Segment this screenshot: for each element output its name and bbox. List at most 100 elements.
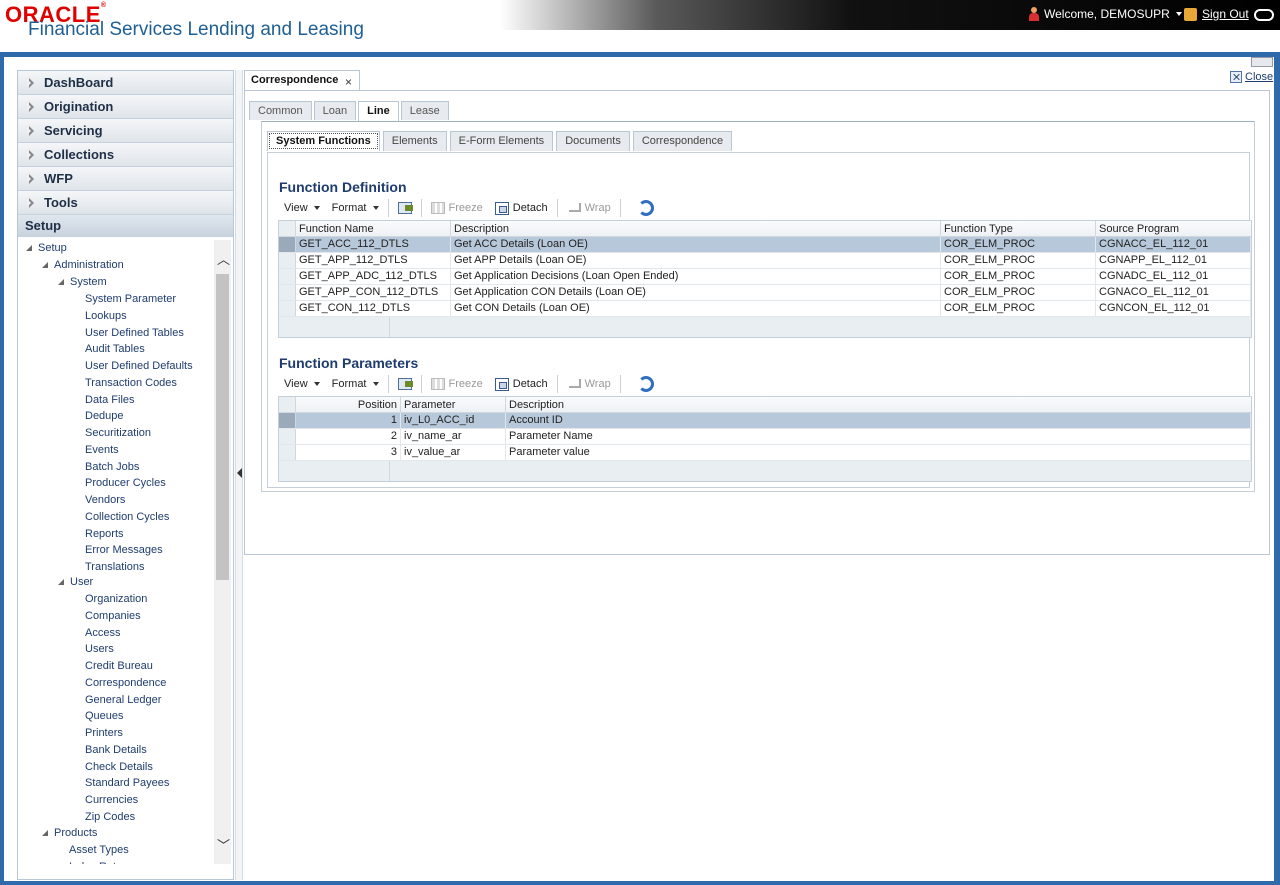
panel-splitter[interactable] bbox=[235, 70, 243, 880]
tab-system-functions[interactable]: System Functions bbox=[267, 131, 380, 151]
wrap-button[interactable]: Wrap bbox=[561, 198, 617, 218]
doc-tab-correspondence[interactable]: Correspondence × bbox=[244, 70, 360, 90]
row-selector[interactable] bbox=[279, 285, 296, 300]
table-row[interactable]: 2 iv_name_ar Parameter Name bbox=[279, 429, 1251, 445]
row-selector[interactable] bbox=[279, 413, 296, 428]
tree-item[interactable]: Collection Cycles bbox=[85, 511, 169, 523]
row-selector[interactable] bbox=[279, 237, 296, 252]
tree-item[interactable]: User Defined Defaults bbox=[85, 360, 193, 372]
tree-item[interactable]: Credit Bureau bbox=[85, 660, 153, 672]
table-row[interactable]: 3 iv_value_ar Parameter value bbox=[279, 445, 1251, 461]
tree-item[interactable]: Audit Tables bbox=[85, 343, 145, 355]
close-tab-icon[interactable]: × bbox=[345, 75, 352, 89]
tree-node-user[interactable]: User bbox=[58, 576, 93, 588]
detach-button[interactable]: Detach bbox=[489, 198, 554, 218]
tree-item[interactable]: Bank Details bbox=[85, 744, 147, 756]
format-menu[interactable]: Format bbox=[326, 198, 385, 218]
row-selector[interactable] bbox=[279, 429, 296, 444]
maximize-icon[interactable] bbox=[1251, 57, 1273, 67]
tree-item[interactable]: Organization bbox=[85, 593, 147, 605]
scroll-up-icon[interactable]: ︿ bbox=[217, 253, 230, 266]
tree-item[interactable]: System Parameter bbox=[85, 293, 176, 305]
tab-e-form-elements[interactable]: E-Form Elements bbox=[449, 131, 554, 151]
row-selector[interactable] bbox=[279, 445, 296, 460]
nav-setup[interactable]: Setup bbox=[18, 215, 233, 237]
tree-item[interactable]: Reports bbox=[85, 528, 124, 540]
tab-elements[interactable]: Elements bbox=[382, 131, 447, 151]
tree-item[interactable]: Dedupe bbox=[85, 410, 124, 422]
row-selector[interactable] bbox=[279, 253, 296, 268]
tree-item[interactable]: Correspondence bbox=[85, 677, 166, 689]
column-header[interactable]: Function Type bbox=[941, 221, 1096, 236]
tree-item[interactable]: Lookups bbox=[85, 310, 127, 322]
column-header[interactable]: Source Program bbox=[1096, 221, 1251, 236]
refresh-icon[interactable] bbox=[637, 376, 654, 392]
tree-item[interactable]: Queues bbox=[85, 710, 124, 722]
tree-item[interactable]: User Defined Tables bbox=[85, 327, 184, 339]
tab-lease[interactable]: Lease bbox=[400, 101, 449, 120]
scroll-thumb[interactable] bbox=[216, 274, 229, 580]
scroll-down-icon[interactable]: ﹀ bbox=[217, 839, 230, 852]
tree-node-system[interactable]: System bbox=[58, 276, 107, 288]
column-header[interactable]: Position bbox=[296, 397, 401, 412]
tree-item[interactable]: Companies bbox=[85, 610, 141, 622]
column-header[interactable]: Description bbox=[451, 221, 941, 236]
restore-icon[interactable] bbox=[1254, 9, 1274, 21]
export-button[interactable] bbox=[392, 374, 418, 394]
tree-node-products[interactable]: Products bbox=[42, 827, 97, 839]
nav-origination[interactable]: Origination bbox=[18, 95, 233, 119]
tree-item[interactable]: Batch Jobs bbox=[85, 461, 139, 473]
tree-item[interactable]: Translations bbox=[85, 561, 145, 573]
export-button[interactable] bbox=[392, 198, 418, 218]
tree-scrollbar[interactable]: ︿ ﹀ bbox=[214, 240, 231, 864]
refresh-icon[interactable] bbox=[637, 200, 654, 216]
table-row[interactable]: GET_APP_CON_112_DTLS Get Application CON … bbox=[279, 285, 1251, 301]
tree-item[interactable]: Vendors bbox=[85, 494, 125, 506]
table-row[interactable]: GET_APP_112_DTLS Get APP Details (Loan OE… bbox=[279, 253, 1251, 269]
tree-node-administration[interactable]: Administration bbox=[42, 259, 124, 271]
tab-line[interactable]: Line bbox=[358, 101, 399, 122]
nav-servicing[interactable]: Servicing bbox=[18, 119, 233, 143]
tree-item[interactable]: Standard Payees bbox=[85, 777, 169, 789]
tree-item[interactable]: Access bbox=[85, 627, 120, 639]
format-menu[interactable]: Format bbox=[326, 374, 385, 394]
row-selector[interactable] bbox=[279, 269, 296, 284]
user-menu[interactable]: Welcome, DEMOSUPR bbox=[1028, 7, 1182, 21]
detach-button[interactable]: Detach bbox=[489, 374, 554, 394]
tree-item[interactable]: Producer Cycles bbox=[85, 477, 166, 489]
tree-item[interactable]: Securitization bbox=[85, 427, 151, 439]
nav-dashboard[interactable]: DashBoard bbox=[18, 71, 233, 95]
tree-item[interactable]: Data Files bbox=[85, 394, 135, 406]
column-header[interactable]: Description bbox=[506, 397, 1251, 412]
wrap-button[interactable]: Wrap bbox=[561, 374, 617, 394]
view-menu[interactable]: View bbox=[278, 374, 326, 394]
tree-item[interactable]: Transaction Codes bbox=[85, 377, 177, 389]
collapse-left-icon[interactable] bbox=[237, 468, 242, 478]
tab-loan[interactable]: Loan bbox=[313, 101, 357, 120]
table-row[interactable]: GET_CON_112_DTLS Get CON Details (Loan OE… bbox=[279, 301, 1251, 317]
tree-item[interactable]: Events bbox=[85, 444, 119, 456]
freeze-button[interactable]: Freeze bbox=[425, 198, 489, 218]
tab-correspondence[interactable]: Correspondence bbox=[632, 131, 733, 151]
sign-out-link[interactable]: Sign Out bbox=[1184, 7, 1249, 21]
table-row[interactable]: 1 iv_L0_ACC_id Account ID bbox=[279, 413, 1251, 429]
table-row[interactable]: GET_ACC_112_DTLS Get ACC Details (Loan OE… bbox=[279, 237, 1251, 253]
tree-item[interactable]: Users bbox=[85, 643, 114, 655]
tree-item[interactable]: Zip Codes bbox=[85, 811, 135, 823]
close-link[interactable]: Close bbox=[1230, 71, 1273, 83]
nav-collections[interactable]: Collections bbox=[18, 143, 233, 167]
tab-common[interactable]: Common bbox=[249, 101, 312, 120]
tree-item[interactable]: Asset Types bbox=[69, 844, 129, 856]
column-header[interactable]: Parameter bbox=[401, 397, 506, 412]
table-row[interactable]: GET_APP_ADC_112_DTLS Get Application Deci… bbox=[279, 269, 1251, 285]
tree-item[interactable]: General Ledger bbox=[85, 694, 161, 706]
nav-wfp[interactable]: WFP bbox=[18, 167, 233, 191]
column-header[interactable]: Function Name bbox=[296, 221, 451, 236]
tree-item[interactable]: Currencies bbox=[85, 794, 138, 806]
tree-item[interactable]: Index Rates bbox=[69, 861, 128, 864]
tab-documents[interactable]: Documents bbox=[556, 131, 630, 151]
nav-tools[interactable]: Tools bbox=[18, 191, 233, 215]
tree-item[interactable]: Printers bbox=[85, 727, 123, 739]
tree-item[interactable]: Check Details bbox=[85, 761, 153, 773]
freeze-button[interactable]: Freeze bbox=[425, 374, 489, 394]
